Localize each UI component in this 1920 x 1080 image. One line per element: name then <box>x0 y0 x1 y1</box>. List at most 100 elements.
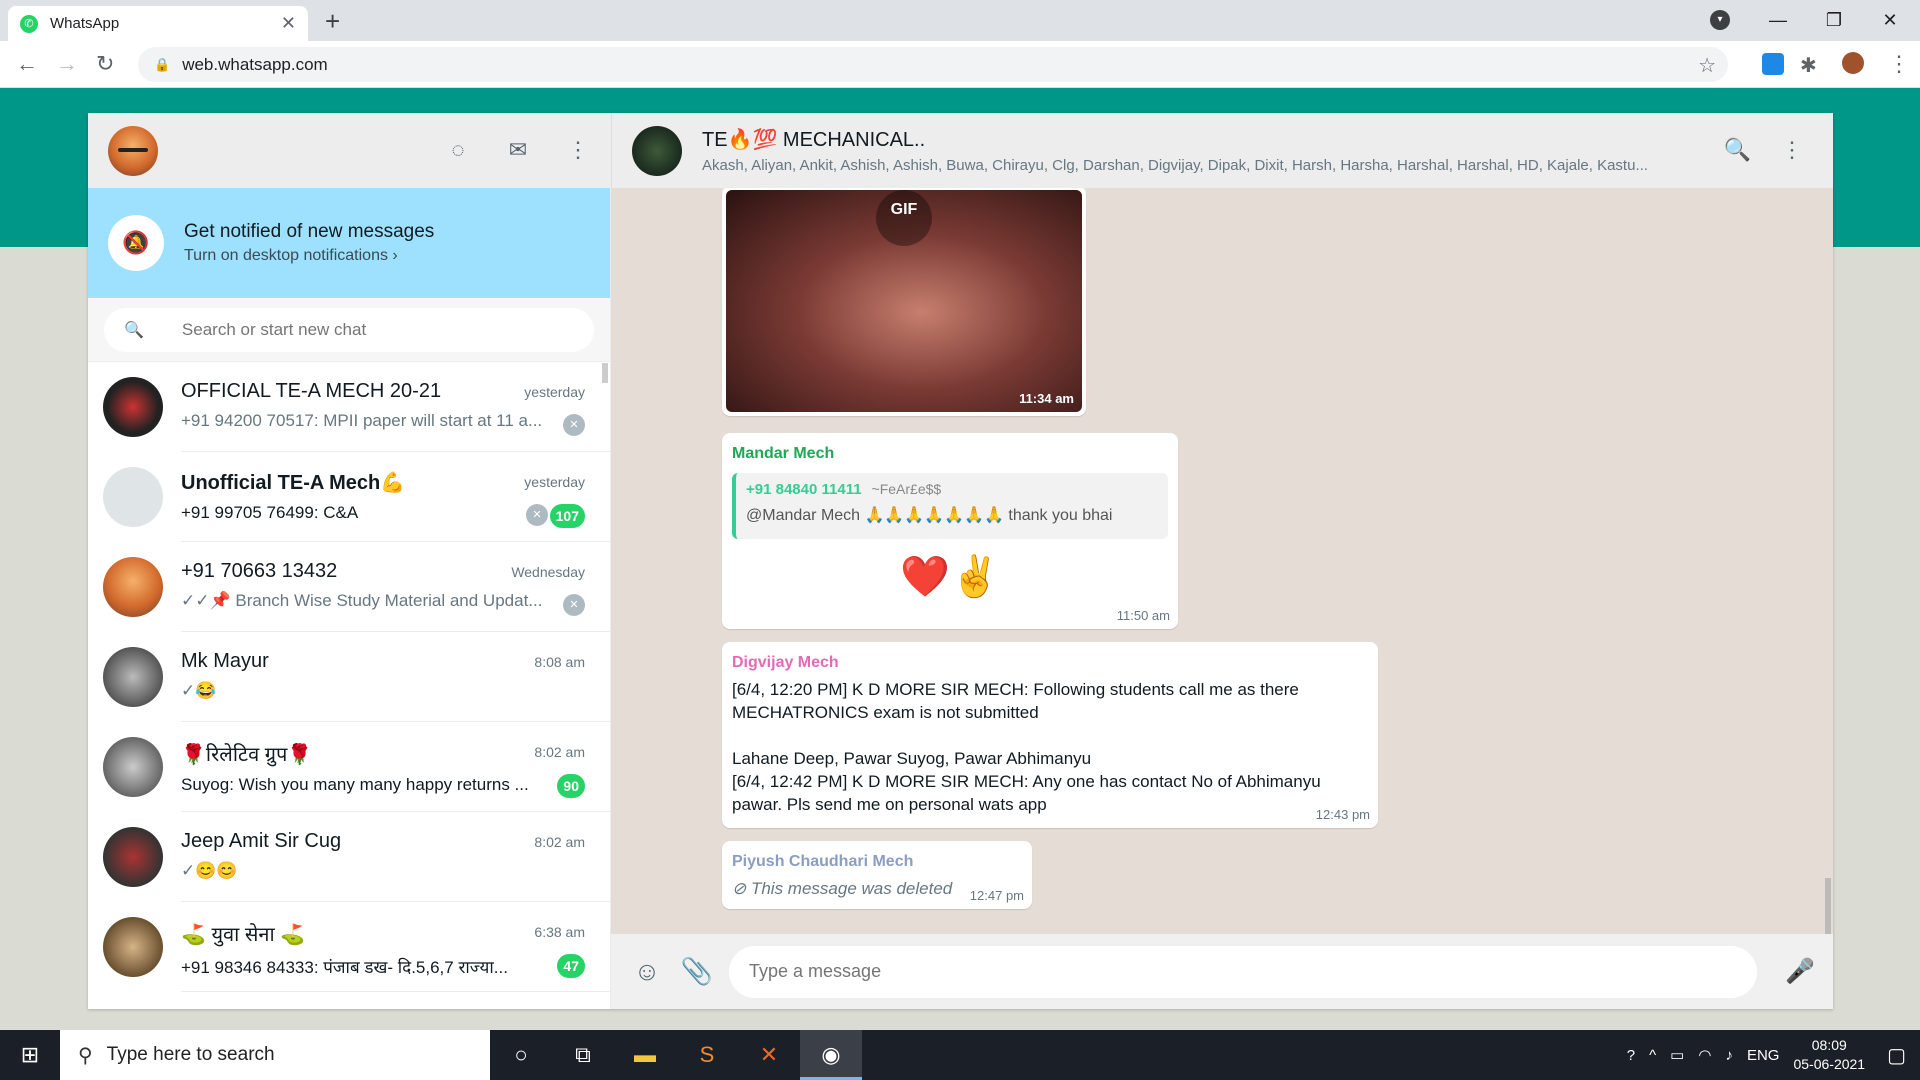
chat-preview: Suyog: Wish you many many happy returns … <box>181 775 529 794</box>
search-area: 🔍 <box>88 298 610 362</box>
taskbar-search[interactable]: ⚲ Type here to search <box>60 1030 490 1080</box>
tab-search-icon[interactable]: ▾ <box>1710 10 1730 30</box>
chat-item[interactable]: Jeep Amit Sir Cug 8:02 am ✓😊😊 <box>88 812 610 902</box>
chat-item[interactable]: ⛳ युवा सेना ⛳ 6:38 am +91 98346 84333: प… <box>88 902 610 992</box>
chat-avatar <box>103 827 163 887</box>
window-controls: — ❐ ✕ <box>1750 0 1918 41</box>
message-sender[interactable]: Piyush Chaudhari Mech <box>732 853 1022 871</box>
search-messages-icon[interactable]: 🔍 <box>1724 137 1751 163</box>
chat-list-scrollbar[interactable] <box>602 363 608 383</box>
quote-text: @Mandar Mech 🙏🙏🙏🙏🙏🙏🙏 thank you bhai <box>746 507 1113 524</box>
composer: ☺ 📎 🎤 <box>611 934 1833 1009</box>
maximize-icon[interactable]: ❐ <box>1806 10 1862 31</box>
muted-icon: ✕ <box>563 414 585 436</box>
close-window-icon[interactable]: ✕ <box>1862 10 1918 31</box>
chat-time: Wednesday <box>511 564 585 580</box>
volume-icon[interactable]: ♪ <box>1725 1047 1733 1064</box>
chat-avatar <box>103 377 163 437</box>
message-body: [6/4, 12:20 PM] K D MORE SIR MECH: Follo… <box>732 680 1321 814</box>
xampp-icon[interactable]: ✕ <box>738 1030 800 1080</box>
sublime-icon[interactable]: S <box>676 1030 738 1080</box>
notification-link[interactable]: Turn on desktop notifications › <box>184 247 434 265</box>
task-view-icon[interactable]: ⧉ <box>552 1030 614 1080</box>
notification-banner[interactable]: 🔕 Get notified of new messages Turn on d… <box>88 188 610 298</box>
chat-preview: +91 94200 70517: MPII paper will start a… <box>181 411 543 430</box>
chat-list: OFFICIAL TE-A MECH 20-21 yesterday +91 9… <box>88 362 610 992</box>
browser-menu-icon[interactable]: ⋮ <box>1888 51 1910 77</box>
quote-alias: ~FeAr£e$$ <box>871 481 942 497</box>
chat-time: 8:02 am <box>534 744 585 760</box>
status-icon[interactable]: ◌ <box>444 137 472 163</box>
chat-preview: ✓✓📌 Branch Wise Study Material and Updat… <box>181 591 543 610</box>
battery-icon[interactable]: ▭ <box>1670 1046 1684 1064</box>
wifi-icon[interactable]: ◠ <box>1698 1046 1711 1064</box>
quoted-message[interactable]: +91 84840 11411 ~FeAr£e$$ @Mandar Mech 🙏🙏… <box>732 473 1168 539</box>
chat-item[interactable]: OFFICIAL TE-A MECH 20-21 yesterday +91 9… <box>88 362 610 452</box>
minimize-icon[interactable]: — <box>1750 10 1806 31</box>
language-indicator[interactable]: ENG <box>1747 1047 1780 1064</box>
clock[interactable]: 08:09 05-06-2021 <box>1793 1036 1865 1074</box>
chat-time: yesterday <box>524 384 585 400</box>
group-avatar[interactable] <box>632 125 682 176</box>
muted-icon: ✕ <box>526 504 548 526</box>
clock-date: 05-06-2021 <box>1793 1056 1866 1072</box>
sidebar: ◌ ✉ ⋮ 🔕 Get notified of new messages Tur… <box>88 113 611 1009</box>
conversation-header[interactable]: TE🔥💯 MECHANICAL.. Akash, Aliyan, Ankit, … <box>611 113 1833 188</box>
browser-tab[interactable]: ✆ WhatsApp ✕ <box>8 6 308 41</box>
message-input[interactable] <box>729 945 1758 998</box>
group-members: Akash, Aliyan, Ankit, Ashish, Ashish, Bu… <box>702 157 1648 174</box>
url-text: web.whatsapp.com <box>182 54 328 74</box>
message-sender[interactable]: Mandar Mech <box>732 445 1168 463</box>
unread-badge: 90 <box>557 774 585 798</box>
new-chat-icon[interactable]: ✉ <box>504 137 532 163</box>
chat-item[interactable]: 🌹रिलेटिव ग्रुप🌹 8:02 am Suyog: Wish you … <box>88 722 610 812</box>
message-time: 11:50 am <box>1116 608 1170 623</box>
chat-item[interactable]: Mk Mayur 8:08 am ✓😂 <box>88 632 610 722</box>
close-tab-icon[interactable]: ✕ <box>281 13 296 34</box>
chat-avatar <box>103 737 163 797</box>
chat-preview: ✓😂 <box>181 681 217 700</box>
muted-icon: ✕ <box>563 594 585 616</box>
group-name: TE🔥💯 MECHANICAL.. <box>702 129 926 151</box>
conversation-menu-icon[interactable]: ⋮ <box>1781 137 1803 163</box>
message-sender[interactable]: Digvijay Mech <box>732 654 1368 672</box>
message-bubble: Digvijay Mech [6/4, 12:20 PM] K D MORE S… <box>722 642 1378 828</box>
microphone-icon[interactable]: 🎤 <box>1785 957 1815 986</box>
attach-icon[interactable]: 📎 <box>679 956 715 987</box>
chevron-up-icon[interactable]: ^ <box>1649 1047 1656 1064</box>
chat-avatar <box>103 647 163 707</box>
gif-preview[interactable]: GIF 11:34 am <box>726 190 1082 412</box>
chat-time: 6:38 am <box>534 924 585 940</box>
messages-scrollbar[interactable] <box>1825 878 1831 934</box>
profile-avatar[interactable] <box>1842 52 1864 74</box>
chat-item[interactable]: +91 70663 13432 Wednesday ✓✓📌 Branch Wis… <box>88 542 610 632</box>
gif-label[interactable]: GIF <box>876 190 932 246</box>
my-avatar[interactable] <box>108 125 158 176</box>
back-icon[interactable]: ← <box>16 51 38 77</box>
windows-start-icon[interactable]: ⊞ <box>0 1042 60 1068</box>
omnibox[interactable]: 🔒 web.whatsapp.com ☆ <box>138 47 1728 82</box>
browser-tab-bar: ✆ WhatsApp ✕ + ▾ — ❐ ✕ <box>0 0 1920 41</box>
file-explorer-icon[interactable]: ▬ <box>614 1030 676 1080</box>
notifications-icon[interactable]: ▢ <box>1887 1043 1906 1068</box>
bookmark-star-icon[interactable]: ☆ <box>1698 53 1716 78</box>
emoji-icon[interactable]: ☺ <box>629 956 665 987</box>
chat-item[interactable]: Unofficial TE-A Mech💪 yesterday +91 9970… <box>88 452 610 542</box>
reload-icon[interactable]: ↻ <box>96 51 114 77</box>
new-tab-icon[interactable]: + <box>325 6 340 37</box>
search-input[interactable] <box>181 320 574 340</box>
cortana-icon[interactable]: ○ <box>490 1030 552 1080</box>
message-time: 11:34 am <box>1019 391 1074 406</box>
help-icon[interactable]: ? <box>1627 1047 1635 1064</box>
chat-time: yesterday <box>524 474 585 490</box>
chat-time: 8:08 am <box>534 654 585 670</box>
search-box: 🔍 <box>104 308 594 352</box>
extension-icon[interactable] <box>1762 53 1784 75</box>
forward-icon[interactable]: → <box>56 51 78 77</box>
message-bubble: Piyush Chaudhari Mech ⊘ This message was… <box>722 841 1032 909</box>
menu-icon[interactable]: ⋮ <box>564 137 592 163</box>
whatsapp-favicon-icon: ✆ <box>20 14 38 33</box>
chrome-icon[interactable]: ◉ <box>800 1030 862 1080</box>
gif-message[interactable]: GIF 11:34 am <box>722 188 1086 416</box>
extensions-puzzle-icon[interactable]: ✱ <box>1800 53 1822 77</box>
